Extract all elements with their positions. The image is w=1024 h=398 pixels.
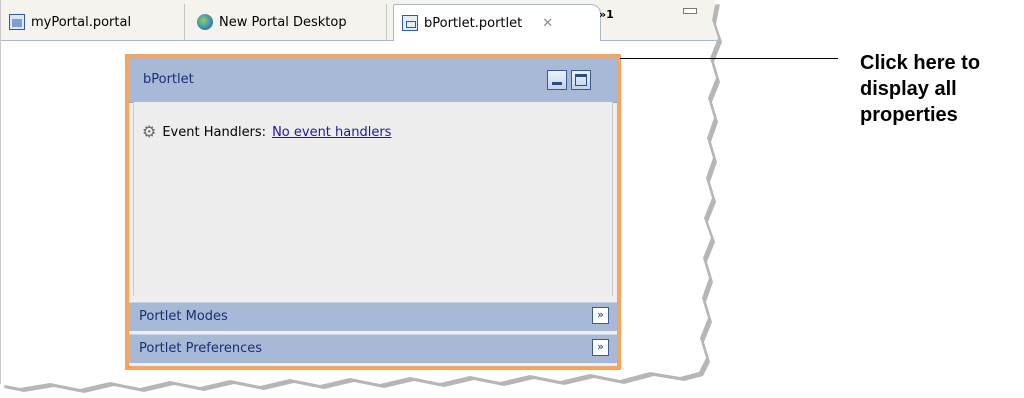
section-portlet-preferences[interactable]: Portlet Preferences » [129,334,617,363]
callout-text: Click here to display all properties [860,50,1020,128]
portlet-title-bar: bPortlet [129,58,617,103]
screenshot-frame: myPortal.portal New Portal Desktop bPort… [0,0,718,389]
expand-icon[interactable]: » [592,307,609,324]
tab-myportal[interactable]: myPortal.portal [9,4,185,40]
portal-file-icon [9,14,25,30]
tab-overflow-button[interactable]: »1 [599,8,614,21]
maximize-button[interactable] [571,70,591,90]
event-handlers-link[interactable]: No event handlers [272,125,391,140]
minimize-button[interactable] [547,70,567,90]
tab-new-portal-desktop[interactable]: New Portal Desktop [197,4,387,40]
minimize-view-button[interactable] [683,8,697,14]
tab-label: New Portal Desktop [219,14,347,30]
portlet-file-icon [402,15,418,31]
portlet-editor: bPortlet ⚙ Event Handlers: No event hand… [125,54,621,370]
tab-label: myPortal.portal [31,14,132,30]
section-label: Portlet Modes [139,309,228,324]
editor-tab-bar: myPortal.portal New Portal Desktop bPort… [1,0,718,41]
portlet-body: ⚙ Event Handlers: No event handlers [133,102,613,296]
close-icon[interactable]: ✕ [542,16,553,31]
section-label: Portlet Preferences [139,341,263,356]
gear-icon: ⚙ [142,122,157,141]
portlet-title: bPortlet [143,72,194,87]
callout-line-2: display all [860,78,957,100]
tab-bportlet[interactable]: bPortlet.portlet ✕ [393,4,601,41]
tab-label: bPortlet.portlet [424,15,523,31]
event-handlers-row: ⚙ Event Handlers: No event handlers [142,124,391,140]
globe-icon [197,14,213,30]
callout-line-3: properties [860,104,958,126]
callout-line-1: Click here to [860,52,981,74]
expand-icon[interactable]: » [592,339,609,356]
event-handlers-label: Event Handlers: [162,124,267,140]
section-portlet-modes[interactable]: Portlet Modes » [129,302,617,331]
callout-pointer-line [620,58,838,59]
